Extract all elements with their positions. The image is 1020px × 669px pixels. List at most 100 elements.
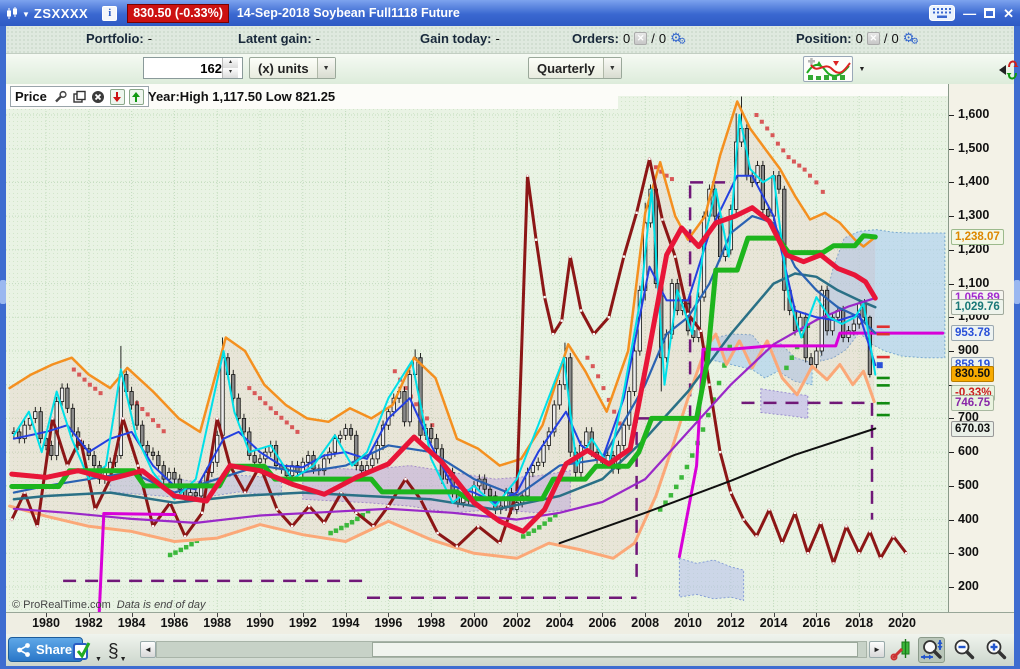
minimize-button[interactable]: —	[963, 7, 976, 20]
price-axis[interactable]: 200 300 400 500 600 700 900 1,000 1,100 1,200 1,30…	[948, 84, 1014, 612]
candle-body	[760, 165, 766, 210]
level-dash	[876, 362, 883, 369]
chart-scrollbar-thumb[interactable]	[372, 642, 858, 657]
candle-body	[140, 424, 145, 446]
candle-body	[851, 323, 856, 332]
red-sar-dot	[775, 141, 780, 146]
ma-maroon-marker	[201, 511, 204, 515]
ma-maroon-marker	[10, 518, 13, 521]
close-button[interactable]: ✕	[1003, 7, 1014, 20]
zoom-out-button[interactable]	[950, 637, 977, 663]
candle-body	[193, 492, 198, 497]
move-panel-up-icon[interactable]	[128, 88, 144, 105]
candle-body	[257, 458, 263, 463]
x-axis-label: 1980	[32, 616, 60, 630]
y-axis-label: 1,400	[958, 174, 990, 189]
chart-settings-button[interactable]	[888, 637, 915, 663]
gain-today-field: Gain today: -	[420, 31, 500, 46]
ma-maroon-marker	[755, 535, 758, 538]
candle-body	[370, 458, 375, 467]
scroll-left-button[interactable]: ◄	[140, 641, 156, 658]
green-sar-dot	[328, 530, 333, 536]
price-chart[interactable]	[6, 84, 948, 612]
red-sar-dot	[802, 167, 807, 172]
y-axis-label: 1,300	[958, 208, 990, 223]
red-sar-dot	[290, 425, 295, 430]
candle-body	[188, 492, 193, 497]
red-sar-dot	[807, 173, 812, 178]
chart-style-button[interactable]	[803, 56, 853, 82]
units-count-field[interactable]: ▴▾	[143, 57, 243, 79]
duplicate-panel-icon[interactable]	[72, 89, 87, 104]
candle-body	[776, 175, 782, 190]
wrench-icon[interactable]	[53, 89, 68, 104]
chart-style-caret[interactable]: ▼	[854, 56, 870, 82]
order-confirm-tool-button[interactable]: ▼	[72, 637, 102, 663]
x-axis-label: 1992	[288, 616, 317, 630]
red-sar-dot	[295, 429, 300, 434]
zoom-out-icon	[954, 639, 974, 660]
close-panel-icon[interactable]	[91, 89, 106, 104]
ma-maroon-marker	[742, 518, 745, 521]
keyboard-icon[interactable]	[929, 5, 956, 21]
red-sar-dot	[791, 159, 796, 164]
x-axis-label: 1982	[74, 616, 103, 630]
candle-body	[621, 424, 626, 446]
ma-maroon-marker	[699, 329, 703, 332]
close-position-icon[interactable]: ✕	[866, 32, 880, 45]
ma-maroon-marker	[806, 552, 810, 555]
position-count-2: 0	[891, 31, 899, 46]
position-settings-icon[interactable]: ⚙	[903, 32, 919, 47]
units-mode-dropdown[interactable]: (x) units ▼	[249, 57, 336, 79]
units-count-input[interactable]	[144, 60, 222, 76]
info-button[interactable]: i	[102, 5, 118, 21]
scroll-right-button[interactable]: ►	[869, 641, 885, 658]
zoom-selection-button[interactable]	[918, 637, 945, 663]
symbol-dropdown-caret[interactable]: ▼	[22, 10, 30, 19]
left-resize-handle[interactable]	[0, 280, 6, 304]
watermark: © ProRealTime.com Data is end of day	[12, 599, 205, 611]
candle-body	[348, 428, 354, 436]
time-axis[interactable]: 1980 1982 1984 1986 1988 1990 1992 1994 1996 1998…	[6, 612, 1014, 634]
units-count-stepper[interactable]: ▴ ▾	[222, 58, 238, 78]
red-sar-dot	[414, 402, 419, 407]
x-axis-label: 2012	[716, 616, 745, 630]
red-sar-dot	[590, 364, 595, 369]
ma-maroon-marker	[372, 525, 375, 528]
timeframe-dropdown[interactable]: Quarterly ▼	[528, 57, 622, 79]
data-note-text: Data is end of day	[116, 599, 206, 611]
panel-collapse-button[interactable]	[997, 55, 1019, 85]
right-resize-handle[interactable]	[1014, 280, 1020, 304]
portfolio-value: -	[147, 31, 153, 46]
controls-bar: ▴▾ (x) units ▼ Quarterly ▼ ▼	[6, 54, 1014, 84]
ma-maroon-marker	[560, 319, 563, 322]
level-dash	[876, 355, 890, 359]
candle-body	[766, 208, 771, 217]
zoom-in-button[interactable]	[982, 637, 1009, 663]
x-axis-label: 1986	[160, 616, 189, 630]
drawing-tools-button[interactable]: § ▼	[108, 637, 127, 663]
orders-settings-icon[interactable]: ⚙	[670, 32, 686, 47]
price-panel-header: Price	[10, 86, 149, 107]
y-axis-tick	[949, 418, 954, 420]
ma-maroon-marker	[23, 491, 26, 494]
candle-body	[429, 428, 434, 440]
ma-maroon-marker	[768, 508, 771, 511]
ma-maroon-marker	[534, 238, 538, 241]
move-panel-down-icon[interactable]	[109, 88, 125, 105]
orders-count-2: 0	[658, 31, 667, 46]
order-tool-caret: ▼	[95, 656, 102, 663]
candle-body	[819, 289, 824, 352]
red-sar-dot	[797, 163, 802, 168]
red-sar-dot	[268, 406, 273, 411]
maximize-button[interactable]	[984, 8, 996, 18]
bottom-toolbar: Share ▼ § ▼ ◄ ►	[6, 634, 1014, 666]
ma-maroon-marker	[498, 541, 501, 545]
window-titlebar: ▼ ZSXXXX i 830.50 (-0.33%) 14-Sep-2018 S…	[0, 0, 1020, 26]
cancel-orders-icon[interactable]: ✕	[634, 32, 648, 45]
position-count: 0	[855, 31, 863, 46]
chart-scrollbar[interactable]	[156, 641, 867, 658]
price-badge: 1,029.76	[951, 299, 1004, 316]
y-axis-tick	[949, 115, 954, 116]
trading-window: ▼ ZSXXXX i 830.50 (-0.33%) 14-Sep-2018 S…	[0, 0, 1020, 669]
